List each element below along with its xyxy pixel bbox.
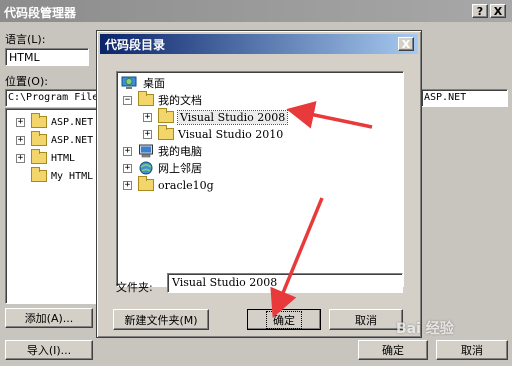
arrow-to-ok [270,197,324,318]
arrow-to-vs2008 [286,101,373,129]
annotation-arrows [270,101,373,318]
watermark: Bai 经验 [396,321,454,337]
